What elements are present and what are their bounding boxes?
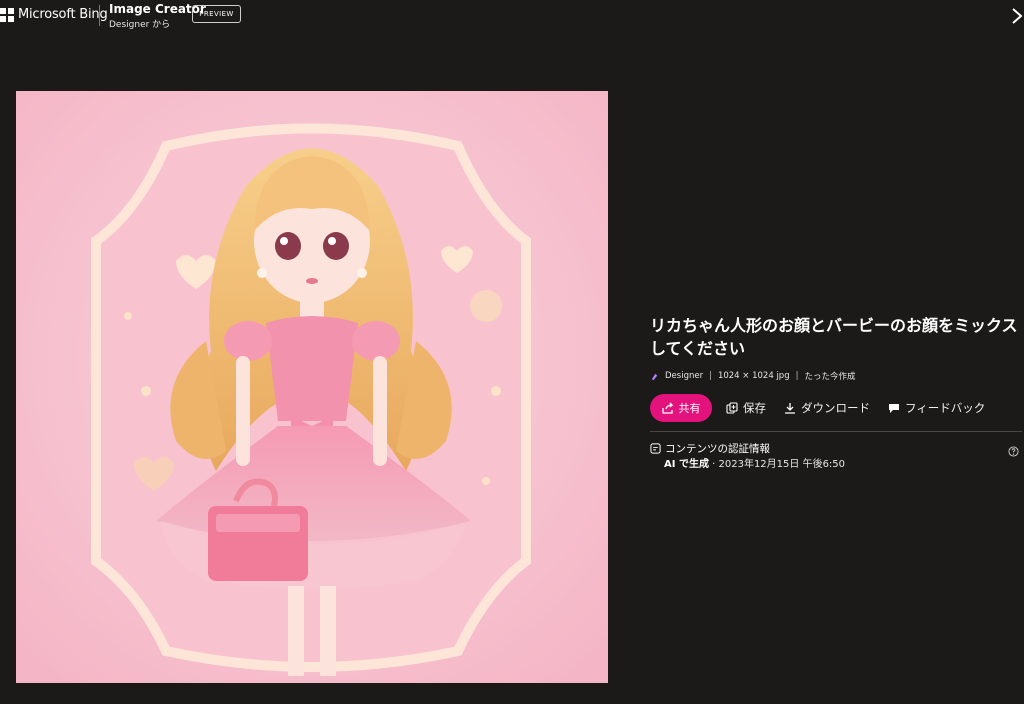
panel-divider	[650, 431, 1022, 432]
credentials-detail: AI で生成 · 2023年12月15日 午後6:50	[664, 455, 845, 470]
meta-separator: |	[709, 371, 712, 381]
share-label: 共有	[678, 402, 701, 415]
credentials-label: コンテンツの認証情報	[665, 443, 770, 455]
action-bar: 共有 保存 ダウンロード フィードバック	[650, 394, 1003, 422]
feedback-button[interactable]: フィードバック	[888, 400, 985, 416]
download-label: ダウンロード	[801, 401, 870, 415]
help-icon[interactable]	[1008, 442, 1019, 457]
ai-generated-label: AI で生成	[664, 459, 709, 470]
save-label: 保存	[743, 401, 766, 415]
meta-time: たった今作成	[804, 372, 856, 382]
generated-image[interactable]	[16, 91, 608, 683]
feedback-icon	[889, 404, 899, 413]
share-icon	[661, 402, 674, 414]
save-icon	[726, 402, 738, 414]
header-divider	[99, 5, 100, 26]
credentials-icon	[650, 443, 661, 454]
save-button[interactable]: 保存	[726, 400, 766, 416]
preview-badge[interactable]: PREVIEW	[192, 5, 241, 23]
content-credentials[interactable]: コンテンツの認証情報	[650, 441, 770, 456]
meta-source[interactable]: Designer	[665, 371, 703, 381]
download-button[interactable]: ダウンロード	[784, 400, 870, 416]
meta-separator: |	[795, 371, 799, 381]
brand-name[interactable]: Microsoft Bing	[18, 7, 108, 22]
top-bar: Microsoft Bing Image Creator Designer から…	[0, 0, 1024, 30]
meta-size: 1024 × 1024 jpg	[717, 371, 790, 381]
microsoft-logo-icon[interactable]	[0, 8, 14, 22]
feedback-label: フィードバック	[905, 401, 986, 415]
designer-icon	[651, 373, 658, 380]
app-subtitle: Designer から	[109, 20, 171, 30]
close-icon[interactable]	[1010, 6, 1024, 26]
image-prompt-title: リカちゃん人形のお顔とバービーのお顔をミックスしてください	[650, 316, 1018, 358]
share-button[interactable]: 共有	[650, 394, 712, 422]
image-meta: Designer | 1024 × 1024 jpg | たった今作成	[650, 369, 856, 383]
download-icon	[785, 403, 795, 414]
doll-illustration	[16, 91, 608, 683]
credentials-date: · 2023年12月15日 午後6:50	[708, 459, 846, 470]
